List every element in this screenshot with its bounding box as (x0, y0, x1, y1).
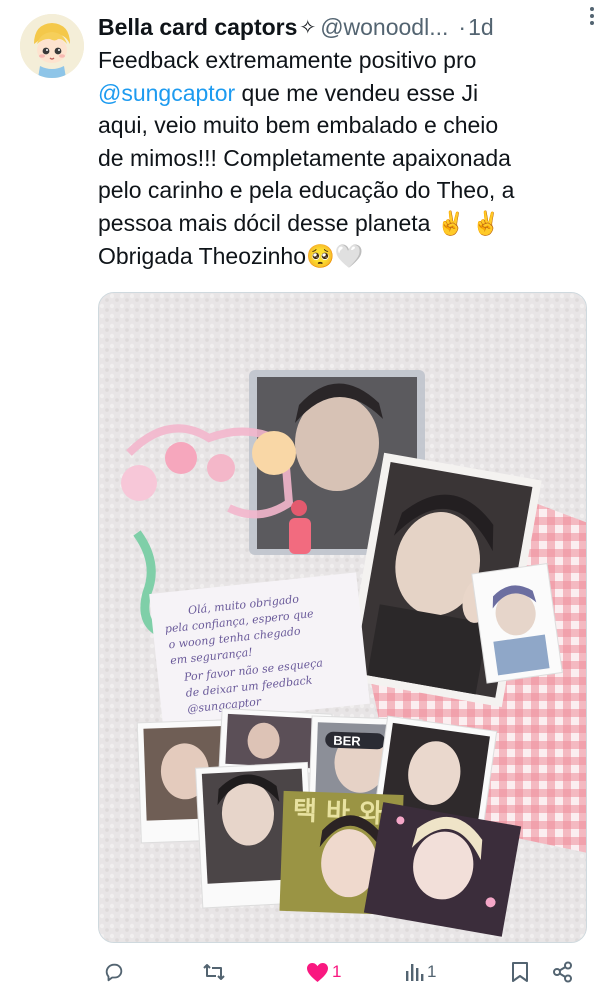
views-icon (404, 962, 424, 982)
separator-dot: · (458, 13, 467, 40)
reply-button[interactable] (103, 955, 128, 989)
tweet-line: pessoa mais dócil desse planeta ✌️ ✌️ (98, 207, 590, 240)
avatar-illustration (20, 14, 84, 78)
tweet-line: de mimos!!! Completamente apaixonada (98, 142, 590, 175)
tweet-line-text: que me vendeu esse Ji (235, 79, 479, 106)
tweet-line: Obrigada Theozinho🥺🤍 (98, 240, 590, 273)
views-count: 1 (427, 962, 437, 981)
tweet-line-text: Obrigada Theozinho🥺🤍 (98, 242, 364, 269)
retweet-button[interactable] (202, 955, 229, 989)
tweet-line-text: Feedback extremamente positivo pro (98, 47, 477, 73)
more-icon[interactable] (582, 6, 602, 26)
timestamp[interactable]: 1d (468, 14, 494, 41)
tweet-line-text: de mimos!!! Completamente apaixonada (98, 144, 511, 171)
bookmark-button[interactable] (510, 955, 530, 989)
tweet-line: Feedback extremamente positivo pro (98, 44, 590, 77)
photo-illustration: Olá, muito obrigado pela confiança, espe… (99, 293, 586, 942)
retweet-icon (202, 961, 226, 983)
tweet-line-text: pessoa mais dócil desse planeta ✌️ ✌️ (98, 209, 501, 236)
tweet-line-text: aqui, veio muito bem embalado e cheio (98, 112, 499, 139)
tweet-line: aqui, veio muito bem embalado e cheio (98, 109, 590, 142)
tweet-header: Bella card captors ✧ @wonoodl... · 1d (98, 12, 592, 42)
tweet-line: pelo carinho e pela educação do Theo, a (98, 174, 590, 207)
views-button[interactable]: 1 (404, 955, 436, 989)
tweet-line: @sungcaptor que me vendeu esse Ji (98, 77, 590, 110)
tweet-text: Feedback extremamente positivo pro @sung… (98, 44, 590, 272)
tweet-line-text: pelo carinho e pela educação do Theo, a (98, 177, 515, 204)
name-sparkle-glyph: ✧ (299, 16, 317, 39)
reply-icon (103, 961, 125, 983)
bookmark-icon (510, 961, 530, 983)
user-handle[interactable]: @wonoodl... (320, 14, 448, 41)
share-button[interactable] (552, 955, 574, 989)
share-icon (552, 961, 574, 983)
banner-text: BER (333, 733, 362, 749)
like-button[interactable]: 1 (306, 955, 341, 989)
like-count: 1 (332, 962, 342, 981)
heart-filled-icon (306, 962, 329, 983)
tweet[interactable]: Bella card captors ✧ @wonoodl... · 1d Fe… (0, 0, 606, 1000)
tweet-photo[interactable]: Olá, muito obrigado pela confiança, espe… (98, 292, 587, 943)
mention-link[interactable]: @sungcaptor (98, 80, 235, 106)
display-name[interactable]: Bella card captors (98, 14, 297, 41)
action-bar: 1 1 (0, 955, 606, 989)
avatar[interactable] (20, 14, 84, 78)
